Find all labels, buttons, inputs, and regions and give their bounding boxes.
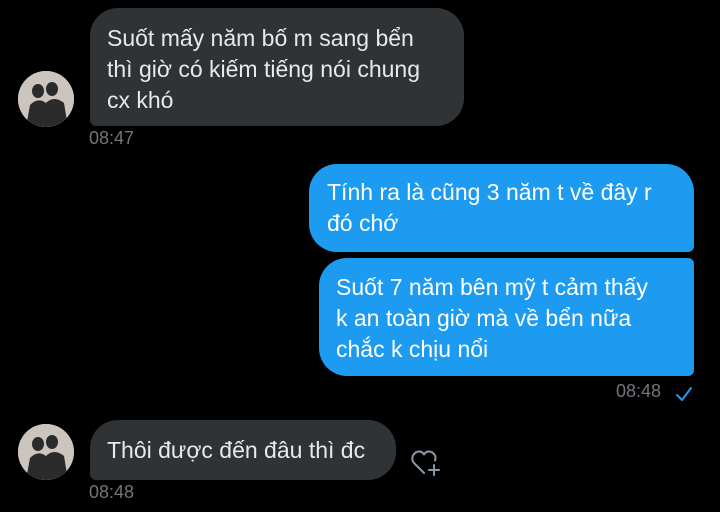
user-avatar-photo-icon [18,424,74,480]
received-message-bubble[interactable]: Thôi được đến đâu thì đc [90,420,396,480]
user-avatar-photo-icon [18,71,74,127]
sent-message-bubble[interactable]: Tính ra là cũng 3 năm t về đây r đó chớ [309,164,694,252]
message-text-line: Thôi được đến đâu thì đc [107,437,366,463]
message-text-line: thì giờ có kiếm tiếng nói chung [107,56,420,82]
received-message-bubble[interactable]: Suốt mấy năm bố m sang bển thì giờ có ki… [90,8,464,126]
message-text-line: Suốt 7 năm bên mỹ t cảm thấy [336,274,648,300]
message-text-line: chắc k chịu nổi [336,336,489,362]
message-text-line: đó chớ [327,210,399,236]
seen-check-icon [676,387,692,401]
add-reaction-heart-icon[interactable] [410,448,442,478]
sender-avatar[interactable] [18,424,74,480]
message-timestamp: 08:47 [89,128,135,148]
message-timestamp: 08:48 [616,381,662,401]
sent-message-bubble[interactable]: Suốt 7 năm bên mỹ t cảm thấy k an toàn g… [319,258,694,376]
message-text-line: cx khó [107,87,174,113]
message-text-line: Suốt mấy năm bố m sang bển [107,25,414,51]
message-text-line: Tính ra là cũng 3 năm t về đây r [327,179,652,205]
sender-avatar[interactable] [18,71,74,127]
message-text-line: k an toàn giờ mà về bển nữa [336,305,632,331]
message-timestamp: 08:48 [89,482,135,502]
